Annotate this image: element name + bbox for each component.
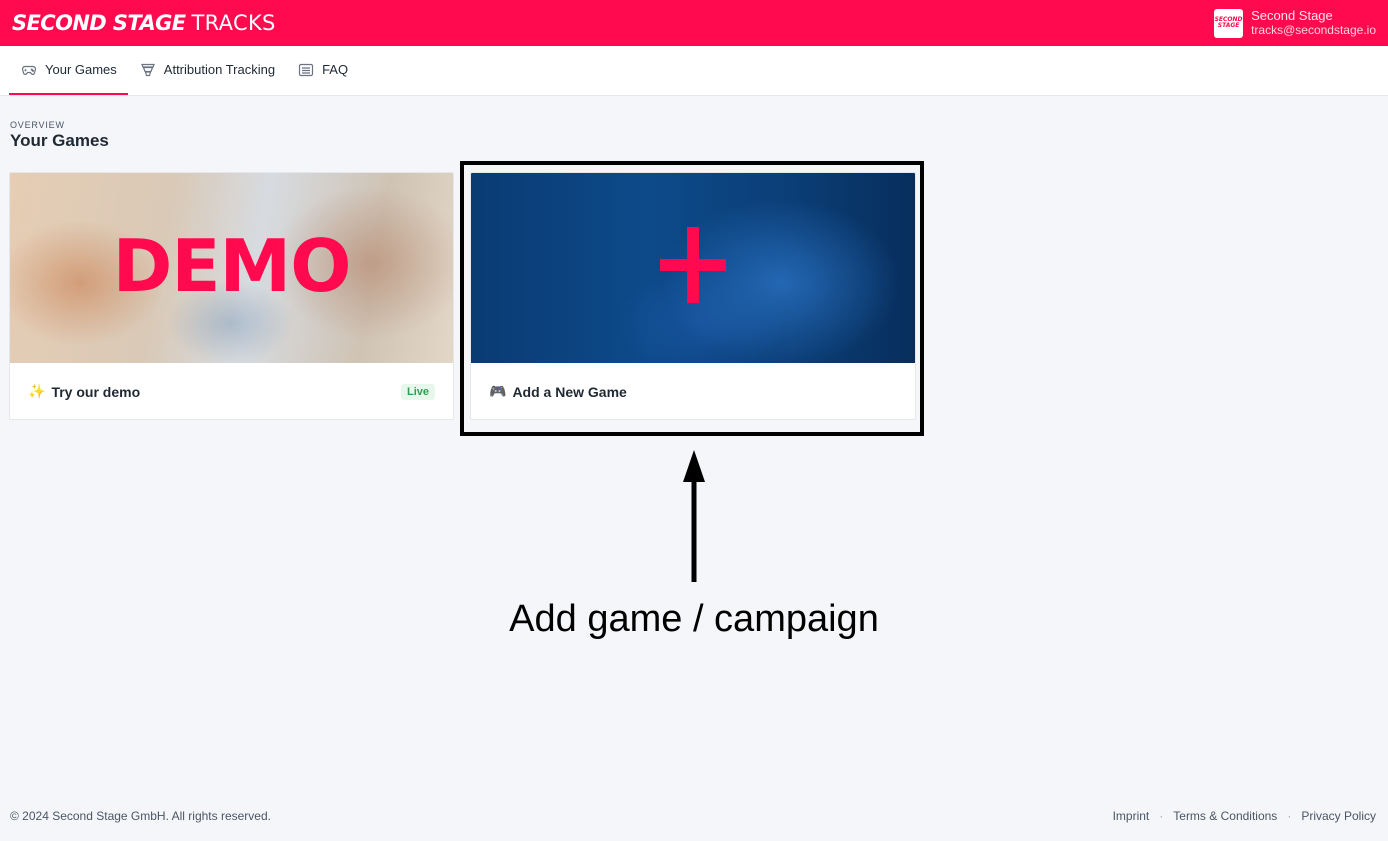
add-game-card-footer: 🎮 Add a New Game bbox=[471, 363, 915, 419]
annotation-caption: Add game / campaign bbox=[509, 598, 879, 640]
brand-logo[interactable]: SECOND STAGE TRACKS bbox=[12, 11, 276, 35]
top-bar: SECOND STAGE TRACKS SECOND STAGE Second … bbox=[0, 0, 1388, 46]
nav-label-faq: FAQ bbox=[322, 62, 349, 77]
avatar-text-line2: STAGE bbox=[1217, 22, 1240, 29]
list-icon bbox=[298, 63, 314, 76]
game-controller-icon: 🎮 bbox=[489, 384, 507, 400]
demo-card-footer: ✨ Try our demo Live bbox=[10, 363, 453, 419]
account-avatar: SECOND STAGE bbox=[1214, 8, 1244, 38]
copyright-text: © 2024 Second Stage GmbH. All rights res… bbox=[10, 809, 271, 823]
gamepad-icon bbox=[21, 65, 37, 75]
section-overline: OVERVIEW bbox=[10, 120, 65, 130]
account-email: tracks@secondstage.io bbox=[1251, 23, 1376, 37]
nav-label-attribution-tracking: Attribution Tracking bbox=[163, 62, 276, 77]
demo-card-image: DEMO bbox=[10, 173, 453, 363]
brand-name-strong: SECOND STAGE bbox=[12, 11, 186, 35]
footer-link-terms[interactable]: Terms & Conditions bbox=[1173, 809, 1277, 823]
demo-image-text: DEMO bbox=[112, 224, 352, 308]
add-new-game-card[interactable]: 🎮 Add a New Game bbox=[470, 172, 916, 420]
plus-icon bbox=[660, 227, 726, 303]
page-title: Your Games bbox=[10, 131, 109, 150]
demo-card-title-text: Try our demo bbox=[51, 384, 141, 400]
demo-card-title: ✨ Try our demo bbox=[28, 384, 140, 400]
add-game-card-image bbox=[471, 173, 915, 363]
arrow-up-icon bbox=[683, 450, 705, 582]
status-badge: Live bbox=[400, 384, 435, 400]
main-nav: Your Games Attribution Tracking FAQ bbox=[0, 46, 1388, 96]
footer-link-imprint[interactable]: Imprint bbox=[1113, 809, 1150, 823]
page: SECOND STAGE TRACKS SECOND STAGE Second … bbox=[0, 0, 1388, 841]
footer-links: Imprint · Terms & Conditions · Privacy P… bbox=[1113, 809, 1376, 823]
nav-item-faq[interactable]: FAQ bbox=[286, 46, 359, 95]
footer-link-privacy[interactable]: Privacy Policy bbox=[1301, 809, 1376, 823]
game-card-demo[interactable]: DEMO ✨ Try our demo Live bbox=[9, 172, 454, 420]
nav-item-attribution-tracking[interactable]: Attribution Tracking bbox=[128, 46, 286, 95]
funnel-icon bbox=[140, 63, 155, 76]
page-footer: © 2024 Second Stage GmbH. All rights res… bbox=[10, 809, 1376, 823]
add-game-card-title: 🎮 Add a New Game bbox=[489, 384, 627, 400]
account-menu[interactable]: SECOND STAGE Second Stage tracks@seconds… bbox=[1214, 8, 1376, 38]
brand-name-light: TRACKS bbox=[191, 11, 276, 35]
account-name: Second Stage bbox=[1251, 8, 1333, 23]
account-info: Second Stage tracks@secondstage.io bbox=[1251, 8, 1376, 38]
footer-separator: · bbox=[1287, 809, 1292, 823]
footer-separator: · bbox=[1159, 809, 1164, 823]
add-game-card-title-text: Add a New Game bbox=[512, 384, 627, 400]
sparkles-icon: ✨ bbox=[28, 384, 46, 400]
nav-item-your-games[interactable]: Your Games bbox=[9, 46, 128, 95]
nav-label-your-games: Your Games bbox=[45, 62, 117, 77]
